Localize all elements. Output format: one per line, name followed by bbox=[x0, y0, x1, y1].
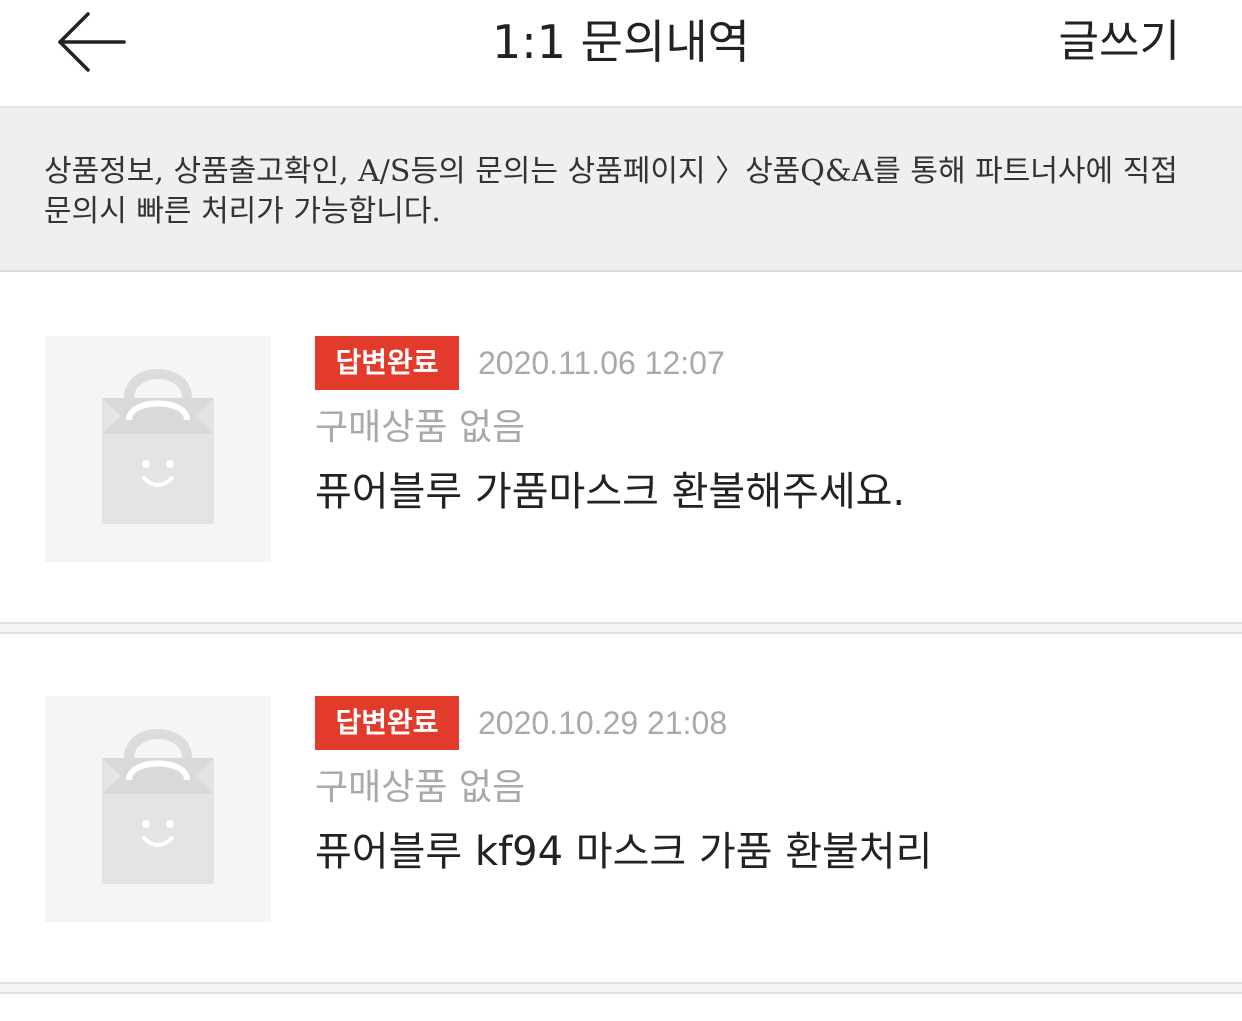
inquiry-item[interactable]: 답변완료 2020.10.29 21:08 구매상품 없음 퓨어블루 kf94 … bbox=[0, 634, 1242, 982]
shopping-bag-icon bbox=[102, 729, 214, 884]
status-badge: 답변완료 bbox=[315, 336, 459, 390]
page-title: 1:1 문의내역 bbox=[492, 15, 750, 69]
inquiry-date: 2020.10.29 21:08 bbox=[478, 705, 728, 741]
inquiry-date: 2020.11.06 12:07 bbox=[478, 345, 725, 381]
inquiry-subject: 퓨어블루 가품마스크 환불해주세요. bbox=[315, 469, 906, 515]
app-header: 1:1 문의내역 글쓰기 bbox=[0, 0, 1242, 108]
shopping-bag-icon bbox=[102, 369, 214, 524]
divider bbox=[0, 622, 1242, 634]
write-button[interactable]: 글쓰기 bbox=[1059, 12, 1180, 72]
inquiry-item[interactable]: 답변완료 2020.11.06 12:07 구매상품 없음 퓨어블루 가품마스크… bbox=[0, 274, 1242, 622]
back-button[interactable] bbox=[52, 8, 132, 80]
product-name: 구매상품 없음 bbox=[315, 407, 526, 448]
divider bbox=[0, 982, 1242, 994]
status-badge: 답변완료 bbox=[315, 696, 459, 750]
notice-text: 상품정보, 상품출고확인, A/S등의 문의는 상품페이지 〉상품Q&A를 통해… bbox=[44, 154, 1178, 229]
notice-banner: 상품정보, 상품출고확인, A/S등의 문의는 상품페이지 〉상품Q&A를 통해… bbox=[0, 108, 1242, 272]
inquiry-subject: 퓨어블루 kf94 마스크 가품 환불처리 bbox=[315, 829, 933, 875]
arrow-left-icon bbox=[58, 12, 126, 72]
product-thumbnail bbox=[45, 336, 271, 562]
product-thumbnail bbox=[45, 696, 271, 922]
product-name: 구매상품 없음 bbox=[315, 767, 526, 808]
